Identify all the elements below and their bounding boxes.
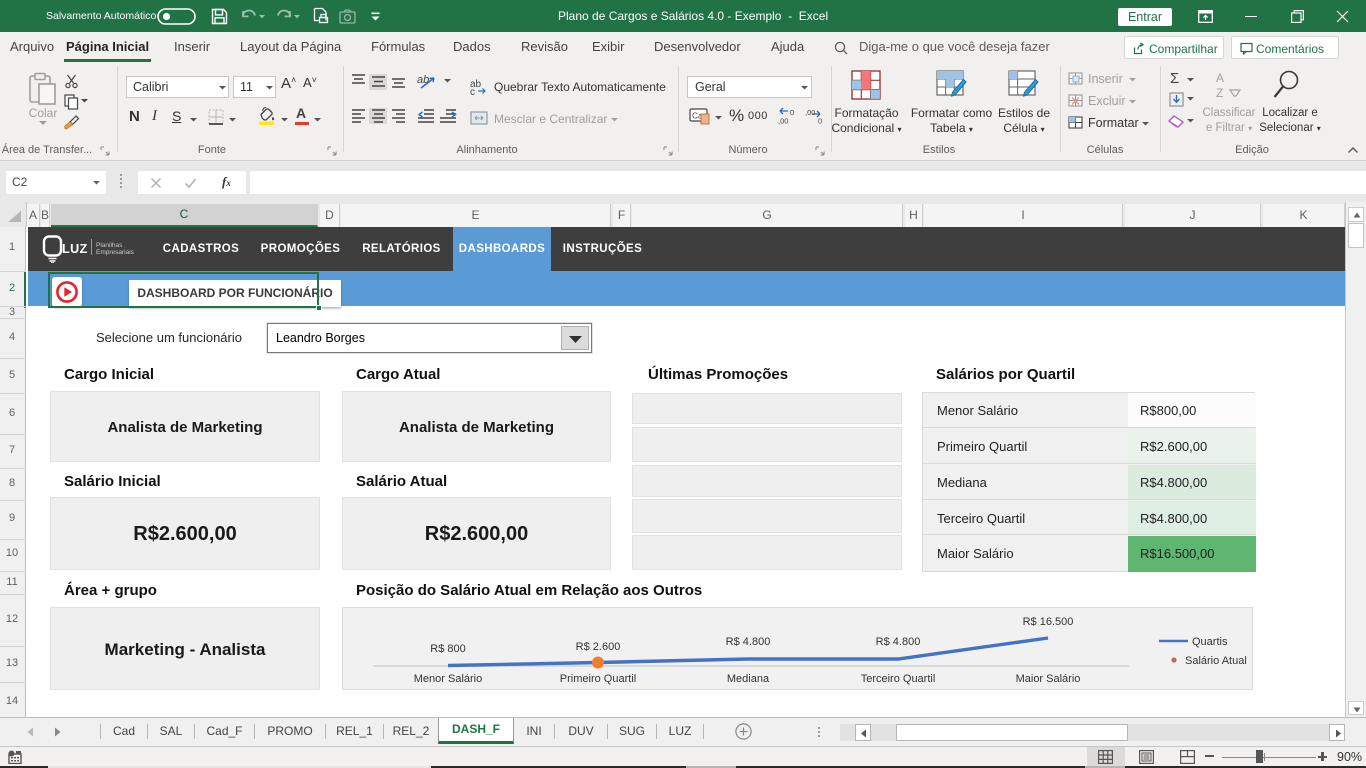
svg-text:0: 0 xyxy=(790,108,794,117)
svg-text:R$ 4.800: R$ 4.800 xyxy=(876,636,921,648)
svg-text:R$ 16.500: R$ 16.500 xyxy=(1023,616,1074,628)
svg-text:Primeiro Quartil: Primeiro Quartil xyxy=(560,673,636,685)
svg-text:c: c xyxy=(470,87,475,96)
svg-text:Terceiro Quartil: Terceiro Quartil xyxy=(861,673,936,685)
svg-text:Menor Salário: Menor Salário xyxy=(414,673,482,685)
svg-text:Quartis: Quartis xyxy=(1192,636,1228,648)
svg-text:,00: ,00 xyxy=(805,108,815,117)
svg-text:A: A xyxy=(1216,71,1224,85)
svg-text:,00: ,00 xyxy=(778,117,788,126)
svg-text:R$ 2.600: R$ 2.600 xyxy=(576,641,621,653)
svg-text:ab: ab xyxy=(417,74,429,86)
svg-text:R$ 4.800: R$ 4.800 xyxy=(726,636,771,648)
svg-text:0: 0 xyxy=(818,117,822,126)
svg-text:Mediana: Mediana xyxy=(727,673,770,685)
svg-text:Salário Atual: Salário Atual xyxy=(1185,655,1247,667)
svg-text:Z: Z xyxy=(1216,86,1223,100)
svg-text:R$ 800: R$ 800 xyxy=(430,643,465,655)
svg-text:Maior Salário: Maior Salário xyxy=(1016,673,1081,685)
